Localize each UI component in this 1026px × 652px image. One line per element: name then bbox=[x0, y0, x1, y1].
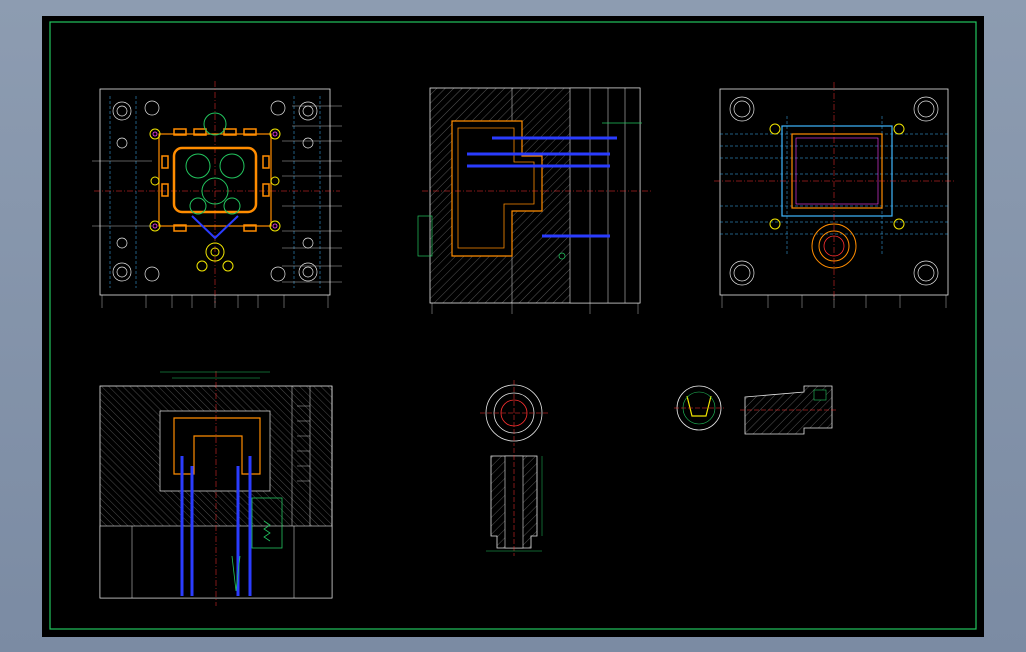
top-plan-view[interactable] bbox=[92, 81, 342, 308]
bottom-plan-view[interactable] bbox=[714, 82, 954, 308]
side-section-view[interactable] bbox=[99, 371, 333, 606]
gate-insert-detail[interactable] bbox=[674, 385, 838, 435]
front-section-view[interactable] bbox=[417, 87, 652, 314]
cad-drawing bbox=[49, 21, 977, 630]
drawing-sheet[interactable] bbox=[42, 16, 984, 637]
sprue-bushing-detail[interactable] bbox=[480, 380, 548, 556]
